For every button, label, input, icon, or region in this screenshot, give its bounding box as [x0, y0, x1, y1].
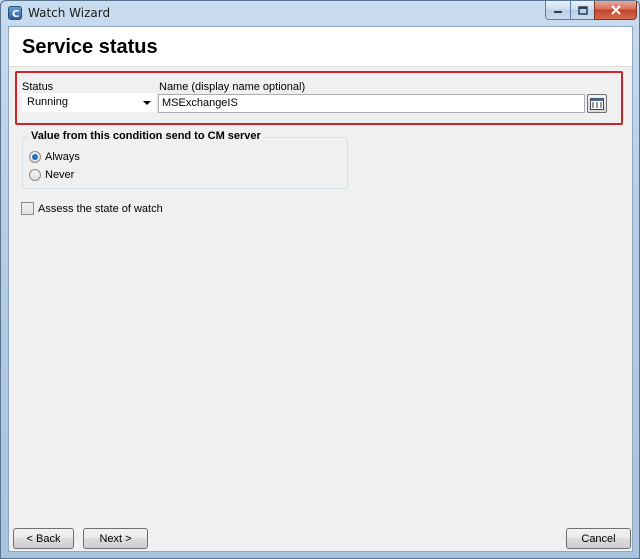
minimize-button[interactable]	[545, 1, 571, 20]
send-value-group	[22, 137, 348, 189]
back-button[interactable]: < Back	[13, 528, 74, 549]
browse-services-button[interactable]	[587, 94, 607, 113]
name-label: Name (display name optional)	[159, 81, 306, 93]
cancel-button[interactable]: Cancel	[566, 528, 631, 549]
radio-always-label: Always	[45, 151, 80, 163]
window-title: Watch Wizard	[28, 6, 111, 20]
radio-button-unchecked[interactable]	[29, 169, 41, 181]
status-label: Status	[22, 81, 54, 93]
name-value: MSExchangeIS	[162, 97, 238, 109]
radio-never-label: Never	[45, 169, 75, 181]
assess-state-checkbox[interactable]	[21, 202, 34, 215]
wizard-window: C Watch Wizard Service status Status Run…	[0, 0, 640, 559]
title-bar[interactable]: C Watch Wizard	[1, 1, 639, 25]
app-icon: C	[8, 6, 22, 20]
grid-list-icon	[590, 97, 604, 110]
maximize-button[interactable]	[570, 1, 595, 20]
send-value-group-title: Value from this condition send to CM ser…	[29, 130, 263, 142]
assess-state-checkbox-row[interactable]: Assess the state of watch	[21, 202, 163, 215]
name-field[interactable]: MSExchangeIS	[158, 94, 585, 113]
svg-text:C: C	[12, 9, 19, 19]
status-dropdown[interactable]: Running	[22, 93, 156, 112]
close-button[interactable]	[594, 1, 637, 20]
status-value: Running	[27, 96, 68, 108]
assess-state-label: Assess the state of watch	[38, 202, 163, 215]
chevron-down-icon	[143, 101, 151, 105]
radio-always[interactable]: Always	[29, 151, 80, 163]
minimize-icon	[554, 11, 562, 13]
radio-button-checked[interactable]	[29, 151, 41, 163]
maximize-icon	[577, 5, 588, 15]
page-header: Service status	[9, 27, 632, 67]
wizard-client-area: Service status Status Running Name (disp…	[8, 26, 633, 552]
next-button[interactable]: Next >	[83, 528, 148, 549]
page-title: Service status	[22, 36, 158, 58]
radio-never[interactable]: Never	[29, 169, 74, 181]
close-icon	[610, 5, 621, 15]
